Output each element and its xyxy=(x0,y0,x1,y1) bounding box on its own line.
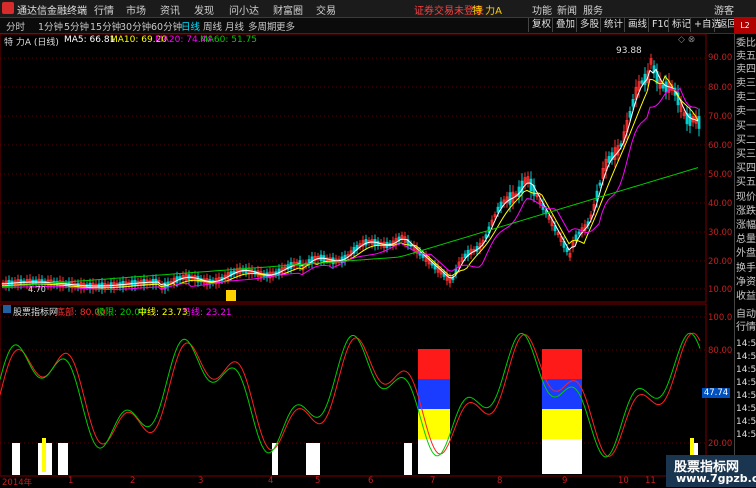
candle-body xyxy=(508,192,512,205)
watermark-url: www.7gpzb.com xyxy=(676,472,756,485)
signal-block xyxy=(306,443,320,475)
x-tick: 7 xyxy=(430,476,436,486)
signal-block xyxy=(418,439,450,474)
side-label: 卖四 xyxy=(736,64,756,75)
side-label: 委比 xyxy=(736,38,756,49)
price-tick: 90.00 xyxy=(708,53,733,63)
side-label: 卖三 xyxy=(736,78,756,89)
side-label: 买五 xyxy=(736,177,756,188)
candle-body xyxy=(298,260,302,267)
level-badge: L2 xyxy=(734,18,756,33)
side-label: 净资 xyxy=(736,277,756,288)
tick-time: 14:56 xyxy=(736,352,756,362)
side-label: 收益 xyxy=(736,291,756,302)
watermark: 股票指标网 www.7gpzb.com xyxy=(666,455,756,487)
x-tick: 3 xyxy=(198,476,204,486)
candle-body xyxy=(661,84,665,89)
signal-block xyxy=(12,443,20,475)
signal-block xyxy=(418,379,450,409)
event-marker-icon[interactable] xyxy=(226,290,236,301)
sub-panel-frame xyxy=(0,303,707,477)
candle-body xyxy=(577,231,581,235)
x-tick: 2014年 xyxy=(2,478,33,488)
sub-tick: 20.00 xyxy=(708,439,733,449)
ma20-line xyxy=(1,87,699,290)
side-label: 买一 xyxy=(736,121,756,132)
sub-value-tag: 47.74 xyxy=(702,388,730,398)
side-label: 卖二 xyxy=(736,92,756,103)
signal-block xyxy=(542,349,582,379)
tick-time: 14:56 xyxy=(736,365,756,375)
price-tick: 40.00 xyxy=(708,199,733,209)
candle-body xyxy=(517,186,521,197)
sub-tick: 100.0 xyxy=(708,313,733,323)
candle-body xyxy=(565,247,569,253)
signal-block xyxy=(58,443,68,475)
x-tick: 9 xyxy=(562,476,568,486)
side-label: 买四 xyxy=(736,163,756,174)
k-line xyxy=(0,332,701,457)
candle-body xyxy=(631,99,635,107)
side-label: 卖一 xyxy=(736,106,756,117)
candle-body xyxy=(664,81,668,93)
side-label-quote[interactable]: 行情 xyxy=(736,321,756,334)
tick-time: 14:56 xyxy=(736,404,756,414)
price-tick: 70.00 xyxy=(708,112,733,122)
tick-time: 14:56 xyxy=(736,430,756,440)
signal-block xyxy=(42,438,46,472)
x-tick: 2 xyxy=(130,476,136,486)
tick-time: 14:56 xyxy=(736,339,756,349)
price-tick: 80.00 xyxy=(708,83,733,93)
candle-body xyxy=(598,182,602,186)
x-tick: 6 xyxy=(368,476,374,486)
candle-body xyxy=(607,156,611,163)
candle-body xyxy=(697,116,701,129)
sub-tick: 80.00 xyxy=(708,346,733,356)
side-label: 买三 xyxy=(736,149,756,160)
price-tick: 10.00 xyxy=(708,285,733,295)
side-label-auto[interactable]: 自动 xyxy=(736,308,756,321)
x-tick: 1 xyxy=(68,476,74,486)
side-label: 买二 xyxy=(736,135,756,146)
side-label: 总量 xyxy=(736,234,756,245)
high-price-label: 93.88 xyxy=(616,46,642,56)
x-tick: 10 xyxy=(618,476,629,486)
candle-body xyxy=(640,80,644,84)
tick-time: 14:56 xyxy=(736,391,756,401)
side-label: 外盘 xyxy=(736,248,756,259)
price-tick: 20.00 xyxy=(708,257,733,267)
side-label: 换手 xyxy=(736,263,756,274)
price-tick: 60.00 xyxy=(708,141,733,151)
signal-block xyxy=(542,439,582,474)
candle-body xyxy=(364,239,368,246)
candle-body xyxy=(496,206,500,213)
d-line xyxy=(0,332,701,458)
side-label: 涨跌 xyxy=(736,206,756,217)
x-tick: 4 xyxy=(268,476,274,486)
signal-block xyxy=(542,409,582,439)
price-tick: 50.00 xyxy=(708,170,733,180)
tick-time: 14:56 xyxy=(736,417,756,427)
ma60-line xyxy=(1,167,699,288)
tick-time: 14:56 xyxy=(736,378,756,388)
price-tick: 30.00 xyxy=(708,228,733,238)
candle-body xyxy=(574,234,578,241)
candle-body xyxy=(463,253,467,258)
x-tick: 11 xyxy=(645,476,656,486)
candle-body xyxy=(529,178,533,192)
kline-chart[interactable] xyxy=(0,0,756,487)
signal-block xyxy=(404,443,412,475)
side-label: 卖五 xyxy=(736,51,756,62)
x-tick: 8 xyxy=(497,476,503,486)
main-panel-frame xyxy=(0,33,707,303)
signal-block xyxy=(418,349,450,379)
low-price-label: 4.70 xyxy=(28,285,46,294)
side-label: 现价 xyxy=(736,192,756,203)
candle-body xyxy=(628,110,632,118)
side-label: 涨幅 xyxy=(736,220,756,231)
x-tick: 5 xyxy=(315,476,321,486)
candle-body xyxy=(688,113,692,126)
